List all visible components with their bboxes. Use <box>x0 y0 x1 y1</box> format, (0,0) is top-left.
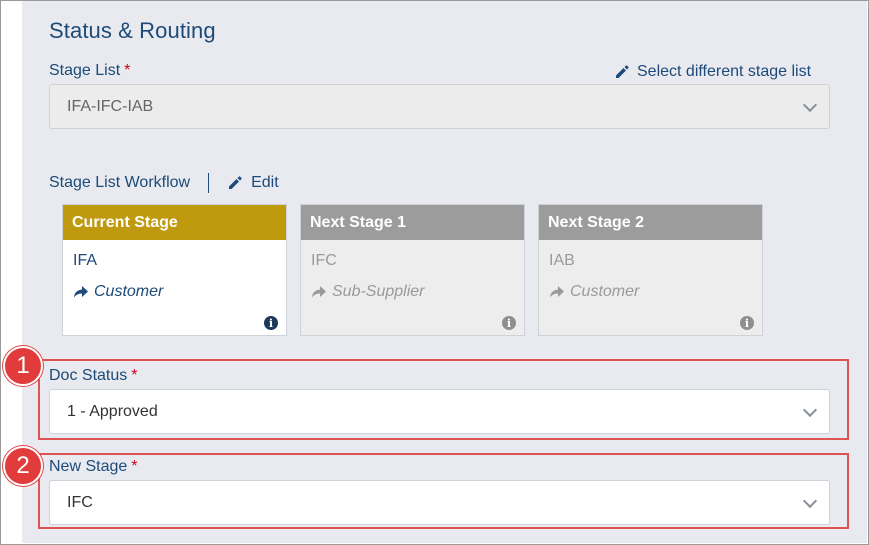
doc-status-value: 1 - Approved <box>67 402 158 420</box>
select-different-stage-list-label: Select different stage list <box>637 63 812 80</box>
stage-header: Next Stage 2 <box>539 205 762 240</box>
doc-status-label-text: Doc Status <box>49 367 128 384</box>
step-badge-1: 1 <box>3 346 43 386</box>
step-badge-2: 2 <box>3 446 43 486</box>
chevron-down-icon <box>802 493 818 508</box>
stage-card-current: Current Stage IFA Customer i <box>62 204 287 336</box>
divider <box>208 173 210 193</box>
stage-list-label: Stage List * <box>49 62 130 80</box>
required-marker: * <box>131 367 138 384</box>
pencil-icon <box>227 175 243 191</box>
stage-route-label: Customer <box>570 283 640 300</box>
edit-label: Edit <box>251 174 279 191</box>
chevron-down-icon <box>802 97 818 112</box>
stage-route: Sub-Supplier <box>311 283 425 301</box>
required-marker: * <box>124 62 131 79</box>
new-stage-label: New Stage * <box>49 458 138 476</box>
share-arrow-icon <box>73 285 89 299</box>
stage-list-select[interactable]: IFA-IFC-IAB <box>49 84 830 129</box>
new-stage-select[interactable]: IFC <box>49 480 830 525</box>
chevron-down-icon <box>802 402 818 417</box>
stage-route-label: Customer <box>94 283 164 300</box>
stage-card-next-2: Next Stage 2 IAB Customer i <box>538 204 763 336</box>
stage-list-value: IFA-IFC-IAB <box>67 97 154 115</box>
info-icon[interactable]: i <box>264 316 278 330</box>
workflow-label: Stage List Workflow <box>49 174 191 191</box>
stage-header: Next Stage 1 <box>301 205 524 240</box>
stage-name: IFC <box>311 252 337 269</box>
info-icon[interactable]: i <box>502 316 516 330</box>
required-marker: * <box>131 458 138 475</box>
new-stage-value: IFC <box>67 493 93 511</box>
pencil-icon <box>614 64 630 80</box>
select-different-stage-list-link[interactable]: Select different stage list <box>614 63 811 81</box>
stage-card-next-1: Next Stage 1 IFC Sub-Supplier i <box>300 204 525 336</box>
doc-status-label: Doc Status * <box>49 367 138 385</box>
stage-route: Customer <box>549 283 639 301</box>
workflow-header: Stage List Workflow Edit <box>49 173 279 193</box>
new-stage-label-text: New Stage <box>49 458 128 475</box>
stage-list-label-text: Stage List <box>49 62 121 79</box>
share-arrow-icon <box>311 285 327 299</box>
stage-name: IAB <box>549 252 575 269</box>
info-icon[interactable]: i <box>740 316 754 330</box>
doc-status-select[interactable]: 1 - Approved <box>49 389 830 434</box>
stage-header: Current Stage <box>63 205 286 240</box>
section-title: Status & Routing <box>49 18 216 43</box>
stage-route-label: Sub-Supplier <box>332 283 425 300</box>
stage-name: IFA <box>73 252 98 269</box>
edit-workflow-link[interactable]: Edit <box>227 174 279 192</box>
stage-route: Customer <box>73 283 163 301</box>
share-arrow-icon <box>549 285 565 299</box>
